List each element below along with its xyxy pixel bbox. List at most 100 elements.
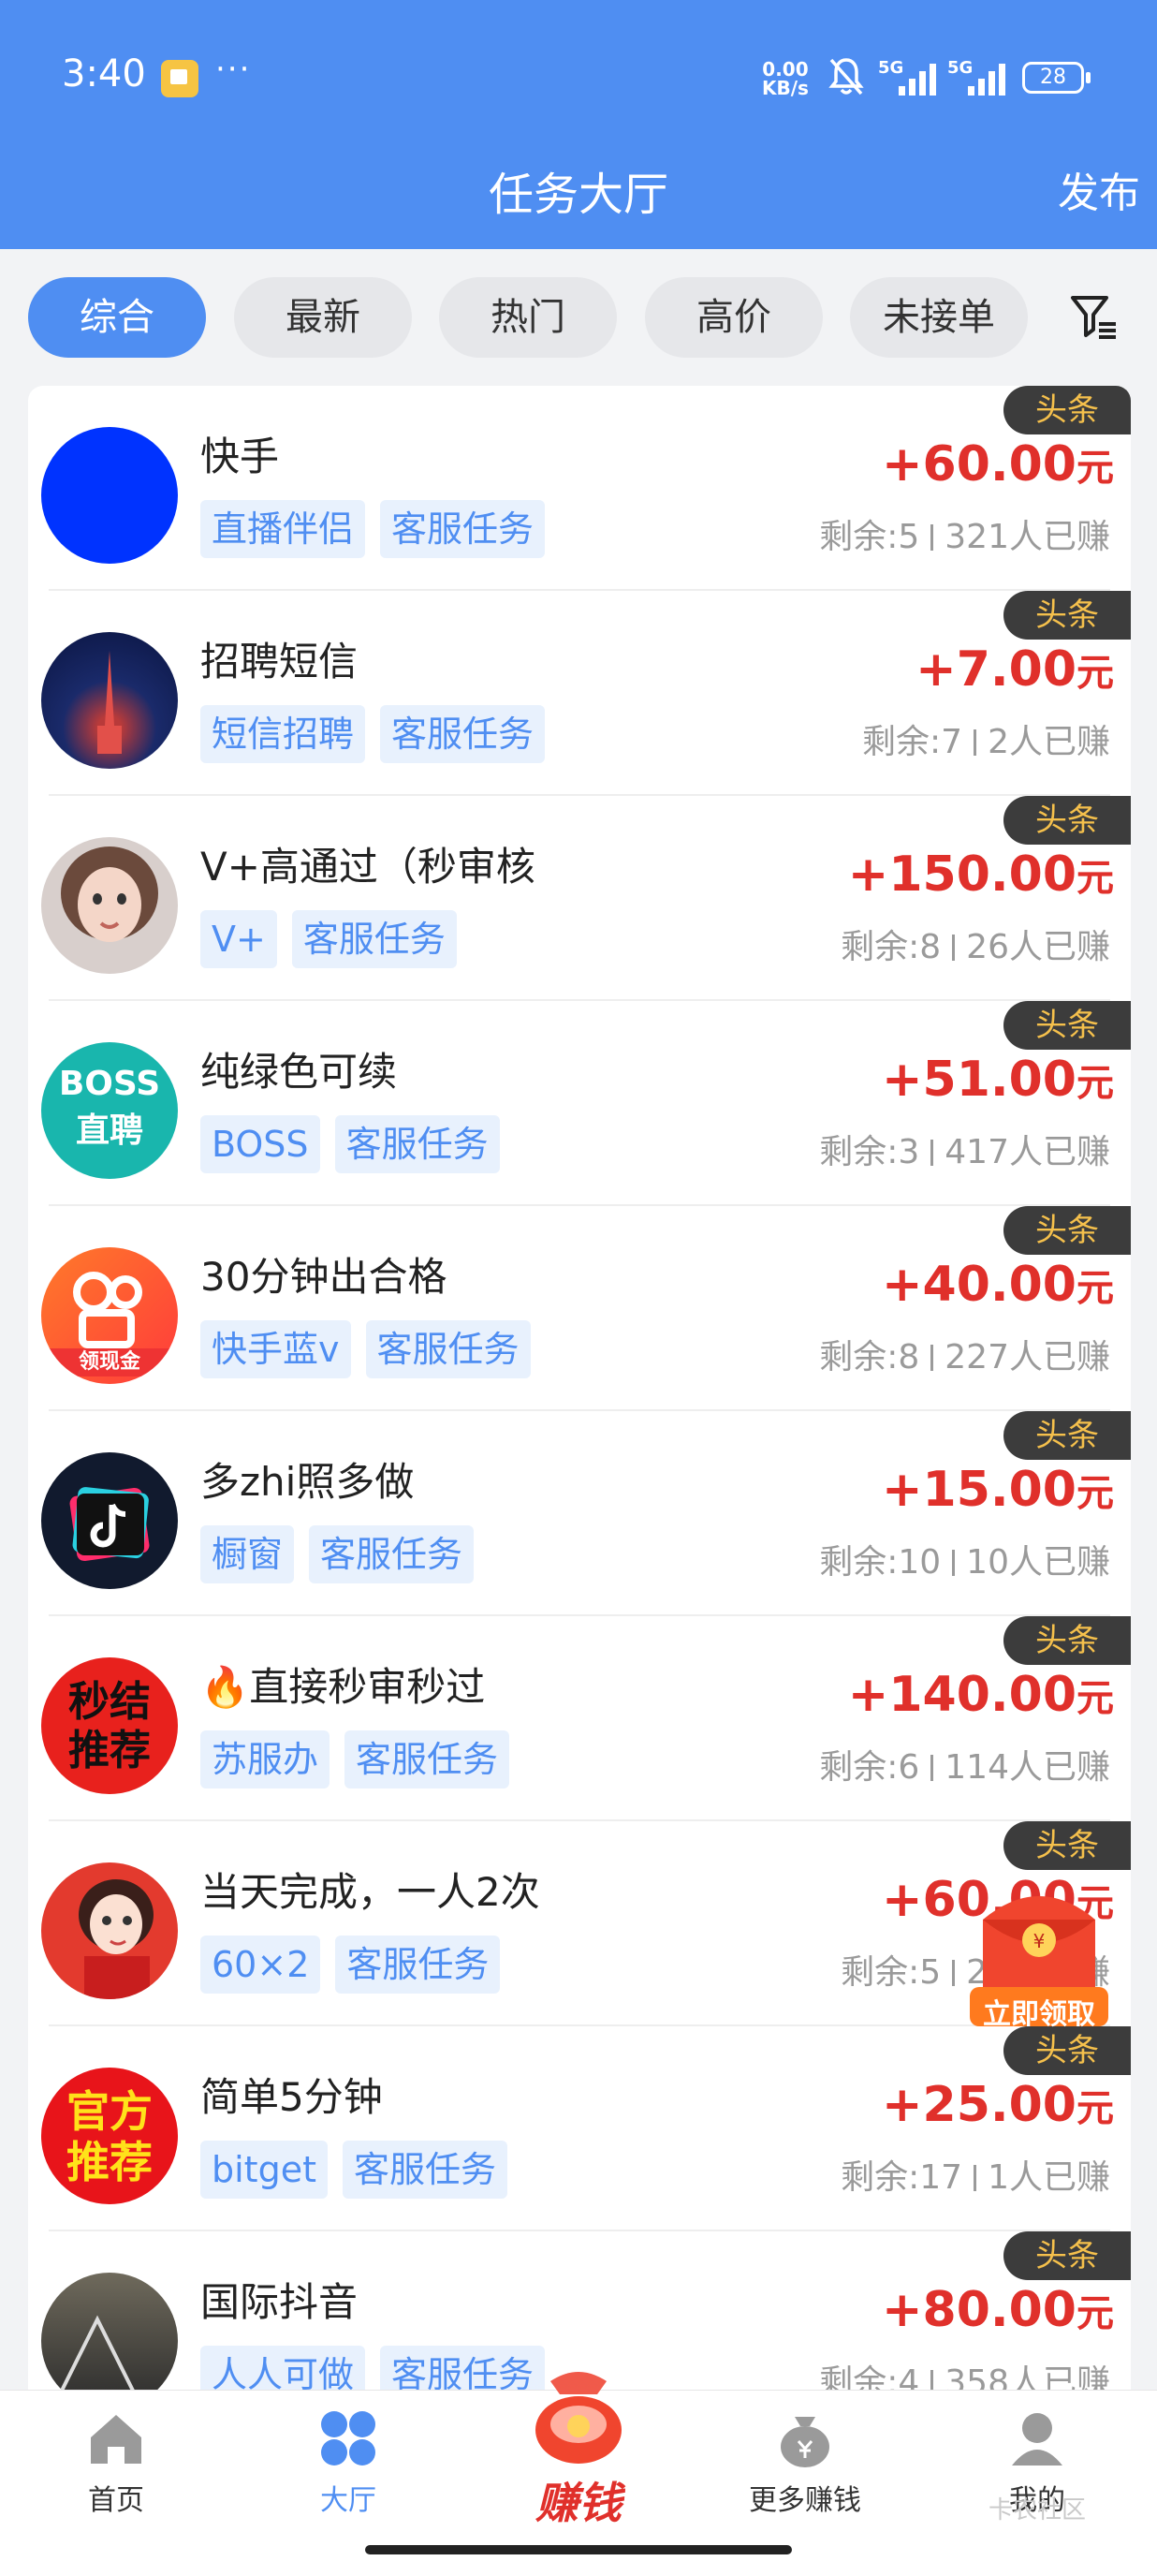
- network-speed: 0.00 KB/s: [762, 60, 809, 97]
- task-tag: 客服任务: [291, 910, 457, 968]
- instant-settle-avatar: 秒结推荐: [41, 1657, 178, 1794]
- filter-tabs: 综合 最新 热门 高价 未接单: [0, 249, 1157, 382]
- headline-badge: 头条: [1003, 386, 1131, 434]
- user-icon: [1012, 2413, 1062, 2466]
- task-tag: 苏服办: [200, 1730, 330, 1788]
- earned-label: 人已赚: [1008, 1543, 1110, 1582]
- task-stats: 剩余:6 114人已赚: [819, 1740, 1110, 1788]
- avatar-text: 秒结推荐: [68, 1678, 151, 1774]
- remaining-label: 剩余:: [819, 1133, 899, 1171]
- signal-bars-1-icon: [899, 62, 944, 96]
- task-row[interactable]: 秒结推荐 🔥直接秒审秒过 苏服办 客服任务 头条 +140.00元 剩余:6 114…: [28, 1616, 1131, 1821]
- nav-hall[interactable]: 大厅: [255, 2406, 442, 2518]
- remaining-count: 17: [919, 2158, 963, 2197]
- task-tag: 客服任务: [365, 1320, 531, 1378]
- tab-high-price[interactable]: 高价: [645, 277, 823, 358]
- task-row[interactable]: 多zhi照多做 橱窗 客服任务 头条 +15.00元 剩余:10 10人已赚: [28, 1411, 1131, 1616]
- task-tag: 人人可做: [200, 2346, 366, 2390]
- price-value: +25.00: [881, 2077, 1076, 2133]
- task-tags: 人人可做 客服任务: [200, 2346, 560, 2390]
- price-value: +150.00: [847, 846, 1076, 903]
- price-unit: 元: [1076, 447, 1114, 490]
- task-row[interactable]: 快手 直播伴侣 客服任务 头条 +60.00元 剩余:5 321人已赚: [28, 386, 1131, 591]
- earned-count: 417: [945, 1133, 1009, 1171]
- task-price: +150.00元: [848, 846, 1114, 903]
- signal-bars-2-icon: [968, 62, 1013, 96]
- task-tags: 短信招聘 客服任务: [200, 705, 560, 767]
- task-stats: 剩余:10 10人已赚: [819, 1535, 1110, 1583]
- remaining-label: 剩余:: [819, 1543, 899, 1582]
- headline-badge: 头条: [1003, 1206, 1131, 1255]
- headline-badge: 头条: [1003, 2231, 1131, 2280]
- headline-badge: 头条: [1003, 591, 1131, 640]
- task-tag: 客服任务: [334, 1115, 500, 1173]
- tab-latest[interactable]: 最新: [234, 277, 412, 358]
- task-tag: 客服任务: [342, 2141, 507, 2199]
- red-packet-label: 立即领取: [983, 1998, 1095, 2031]
- remaining-label: 剩余:: [819, 1338, 899, 1376]
- price-unit: 元: [1076, 1472, 1114, 1515]
- task-price: +140.00元: [848, 1667, 1114, 1723]
- earned-count: 358: [945, 2363, 1009, 2390]
- remaining-label: 剩余:: [819, 1748, 899, 1787]
- nav-earn[interactable]: 赚钱: [513, 2363, 644, 2531]
- task-tags: 快手蓝v 客服任务: [200, 1320, 546, 1382]
- remaining-count: 4: [898, 2363, 920, 2390]
- task-row[interactable]: 招聘短信 短信招聘 客服任务 头条 +7.00元 剩余:7 2人已赚: [28, 591, 1131, 796]
- nav-earn-label: 赚钱: [535, 2478, 622, 2528]
- remaining-label: 剩余:: [841, 2158, 920, 2197]
- avatar-text: BOSS直聘: [58, 1065, 161, 1150]
- task-row[interactable]: 官方推荐 简单5分钟 bitget 客服任务 头条 +25.00元 剩余:17 1人…: [28, 2026, 1131, 2231]
- home-indicator[interactable]: [365, 2545, 792, 2554]
- price-value: +140.00: [847, 1667, 1076, 1723]
- task-title: 多zhi照多做: [200, 1459, 415, 1505]
- task-avatar: [41, 632, 178, 769]
- tab-unclaimed[interactable]: 未接单: [850, 277, 1028, 358]
- earned-label: 人已赚: [1008, 2158, 1110, 2197]
- task-row[interactable]: BOSS直聘 纯绿色可续 BOSS 客服任务 头条 +51.00元 剩余:3 417…: [28, 1001, 1131, 1206]
- task-tag: 橱窗: [200, 1525, 295, 1583]
- remaining-count: 3: [898, 1133, 920, 1171]
- task-row[interactable]: V+高通过（秒审核 V+ 客服任务 头条 +150.00元 剩余:8 26人已赚: [28, 796, 1131, 1001]
- task-tag: BOSS: [200, 1115, 320, 1173]
- task-avatar: [41, 2273, 178, 2390]
- money-bag-outline-icon: [781, 2417, 829, 2467]
- earned-label: 人已赚: [1008, 1338, 1110, 1376]
- tab-hot[interactable]: 热门: [439, 277, 617, 358]
- task-tag: 客服任务: [309, 1525, 475, 1583]
- nav-more-earn[interactable]: 更多赚钱: [711, 2406, 899, 2518]
- task-tags: BOSS 客服任务: [200, 1115, 515, 1177]
- price-value: +60.00: [881, 436, 1076, 493]
- filter-icon[interactable]: [1069, 292, 1120, 343]
- douyin-shop-avatar: [41, 1452, 178, 1589]
- task-row[interactable]: 领现金 30分钟出合格 快手蓝v 客服任务 头条 +40.00元 剩余:8 227人…: [28, 1206, 1131, 1411]
- task-tag: V+: [200, 910, 277, 968]
- earned-count: 114: [945, 1748, 1009, 1787]
- task-list: 快手 直播伴侣 客服任务 头条 +60.00元 剩余:5 321人已赚 招聘短信 短…: [28, 386, 1131, 2390]
- publish-button[interactable]: 发布: [1058, 159, 1140, 219]
- task-price: +25.00元: [882, 2077, 1114, 2133]
- nav-home[interactable]: 首页: [22, 2406, 210, 2518]
- more-notifications-icon: ···: [215, 51, 252, 88]
- task-tags: 60×2 客服任务: [200, 1936, 515, 1997]
- red-packet-float-button[interactable]: ¥ 立即领取: [964, 1882, 1114, 2032]
- task-tag: 60×2: [200, 1936, 321, 1994]
- nav-hall-label: 大厅: [320, 2484, 376, 2517]
- kuaishou-logo-avatar: 领现金: [41, 1247, 178, 1384]
- price-unit: 元: [1076, 1677, 1114, 1720]
- price-value: +51.00: [881, 1052, 1076, 1108]
- task-tag: 短信招聘: [200, 705, 366, 763]
- price-unit: 元: [1076, 1062, 1114, 1105]
- nav-home-label: 首页: [88, 2484, 144, 2517]
- task-title: V+高通过（秒审核: [200, 844, 535, 890]
- earned-label: 人已赚: [1008, 1133, 1110, 1171]
- price-unit: 元: [1076, 2087, 1114, 2130]
- task-tags: bitget 客服任务: [200, 2141, 522, 2202]
- price-unit: 元: [1076, 857, 1114, 900]
- task-title: 当天完成，一人2次: [200, 1869, 540, 1915]
- task-tag: 客服任务: [380, 705, 546, 763]
- task-price: +15.00元: [882, 1462, 1114, 1518]
- task-stats: 剩余:3 417人已赚: [819, 1125, 1110, 1173]
- avatar-text: 官方推荐: [66, 2086, 153, 2187]
- tab-comprehensive[interactable]: 综合: [28, 277, 206, 358]
